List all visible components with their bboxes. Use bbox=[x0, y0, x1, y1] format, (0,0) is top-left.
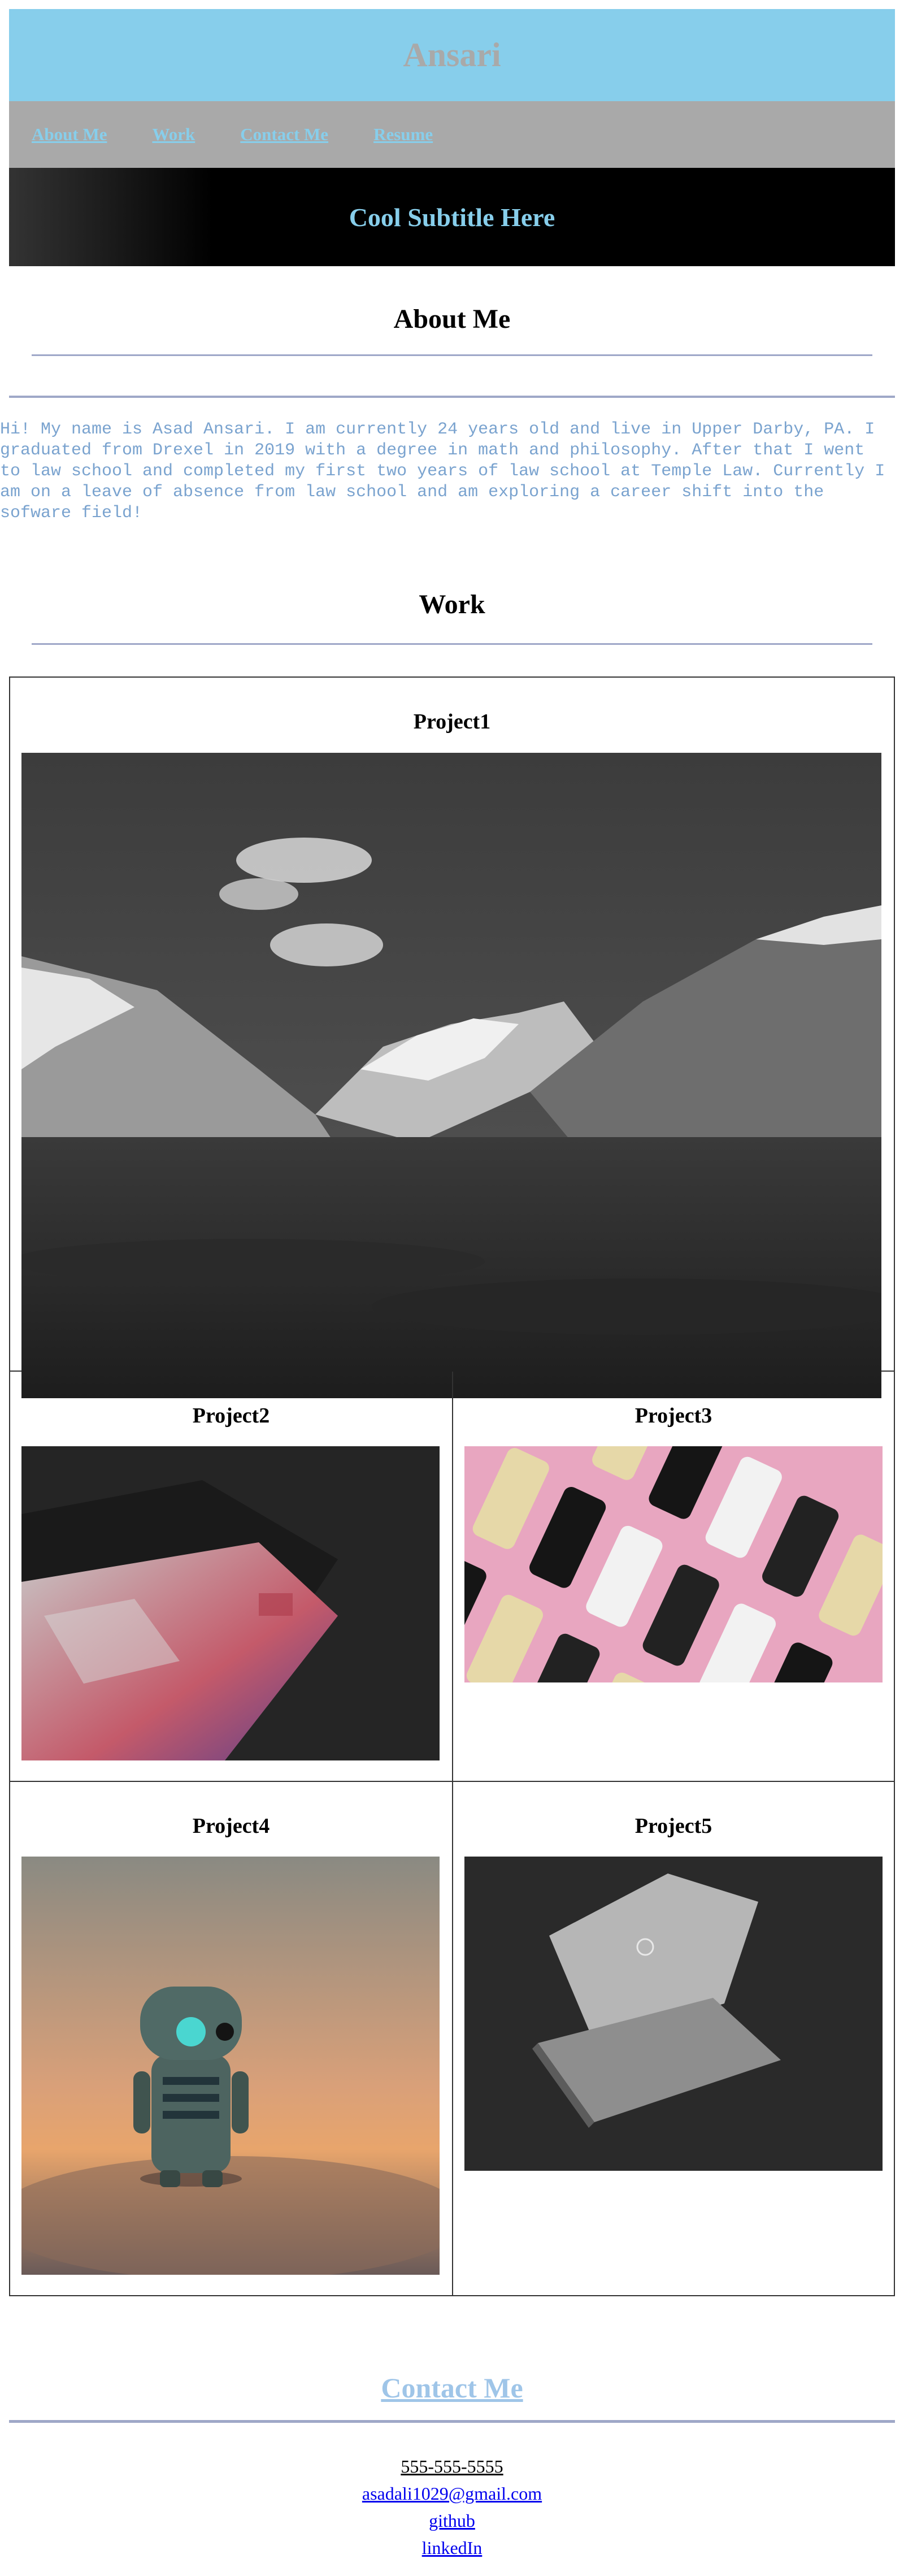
site-header: Ansari bbox=[9, 9, 895, 101]
robot-figure-image bbox=[21, 1857, 440, 2275]
laptop-underside-image bbox=[464, 1857, 883, 2171]
work-heading-rule bbox=[32, 643, 872, 645]
hero-banner: Cool Subtitle Here bbox=[9, 168, 895, 266]
about-paragraph: Hi! My name is Asad Ansari. I am current… bbox=[0, 420, 885, 523]
linkedin-link[interactable]: linkedIn bbox=[422, 2538, 483, 2558]
about-heading-rule bbox=[32, 354, 872, 356]
contact-list: 555-555-5555 asadali1029@gmail.com githu… bbox=[9, 2453, 895, 2561]
project-title: Project2 bbox=[192, 1404, 270, 1428]
project-card-2[interactable]: Project2 bbox=[10, 1372, 452, 1781]
nav-link-contact-me[interactable]: Contact Me bbox=[240, 124, 328, 145]
site-title: Ansari bbox=[403, 36, 501, 73]
work-section-header: Work bbox=[9, 589, 895, 651]
project-card-4[interactable]: Project4 bbox=[10, 1782, 452, 2295]
about-heading: About Me bbox=[393, 304, 511, 334]
nav-link-resume[interactable]: Resume bbox=[373, 124, 433, 145]
contact-divider bbox=[9, 2420, 895, 2423]
phone-number[interactable]: 555-555-5555 bbox=[401, 2456, 503, 2477]
about-divider bbox=[9, 396, 895, 398]
project-row: Project2 Project3 bbox=[10, 1371, 894, 1781]
nav-link-work[interactable]: Work bbox=[152, 124, 195, 145]
project-row: Project4 Project5 bbox=[10, 1781, 894, 2295]
project-title: Project4 bbox=[192, 1814, 270, 1838]
project-title: Project1 bbox=[413, 710, 491, 734]
laptop-corner-image bbox=[21, 1446, 440, 1760]
about-section-header: About Me bbox=[9, 266, 895, 398]
projects-grid: Project1 Project2 Project3 Project4 Proj… bbox=[9, 676, 895, 2296]
work-heading: Work bbox=[419, 589, 485, 619]
project-title: Project5 bbox=[634, 1814, 712, 1838]
github-link[interactable]: github bbox=[429, 2510, 475, 2531]
project-card-1[interactable]: Project1 bbox=[10, 678, 894, 1398]
mountain-landscape-image bbox=[21, 753, 881, 1398]
email-link[interactable]: asadali1029@gmail.com bbox=[362, 2483, 542, 2504]
phones-on-pink-image bbox=[464, 1446, 883, 1682]
hero-subtitle: Cool Subtitle Here bbox=[349, 202, 555, 232]
project-card-3[interactable]: Project3 bbox=[452, 1372, 894, 1781]
main-nav: About Me Work Contact Me Resume bbox=[9, 101, 895, 168]
project-title: Project3 bbox=[634, 1404, 712, 1428]
project-card-5[interactable]: Project5 bbox=[452, 1782, 894, 2295]
contact-heading[interactable]: Contact Me bbox=[9, 2371, 895, 2404]
nav-link-about-me[interactable]: About Me bbox=[32, 124, 107, 145]
